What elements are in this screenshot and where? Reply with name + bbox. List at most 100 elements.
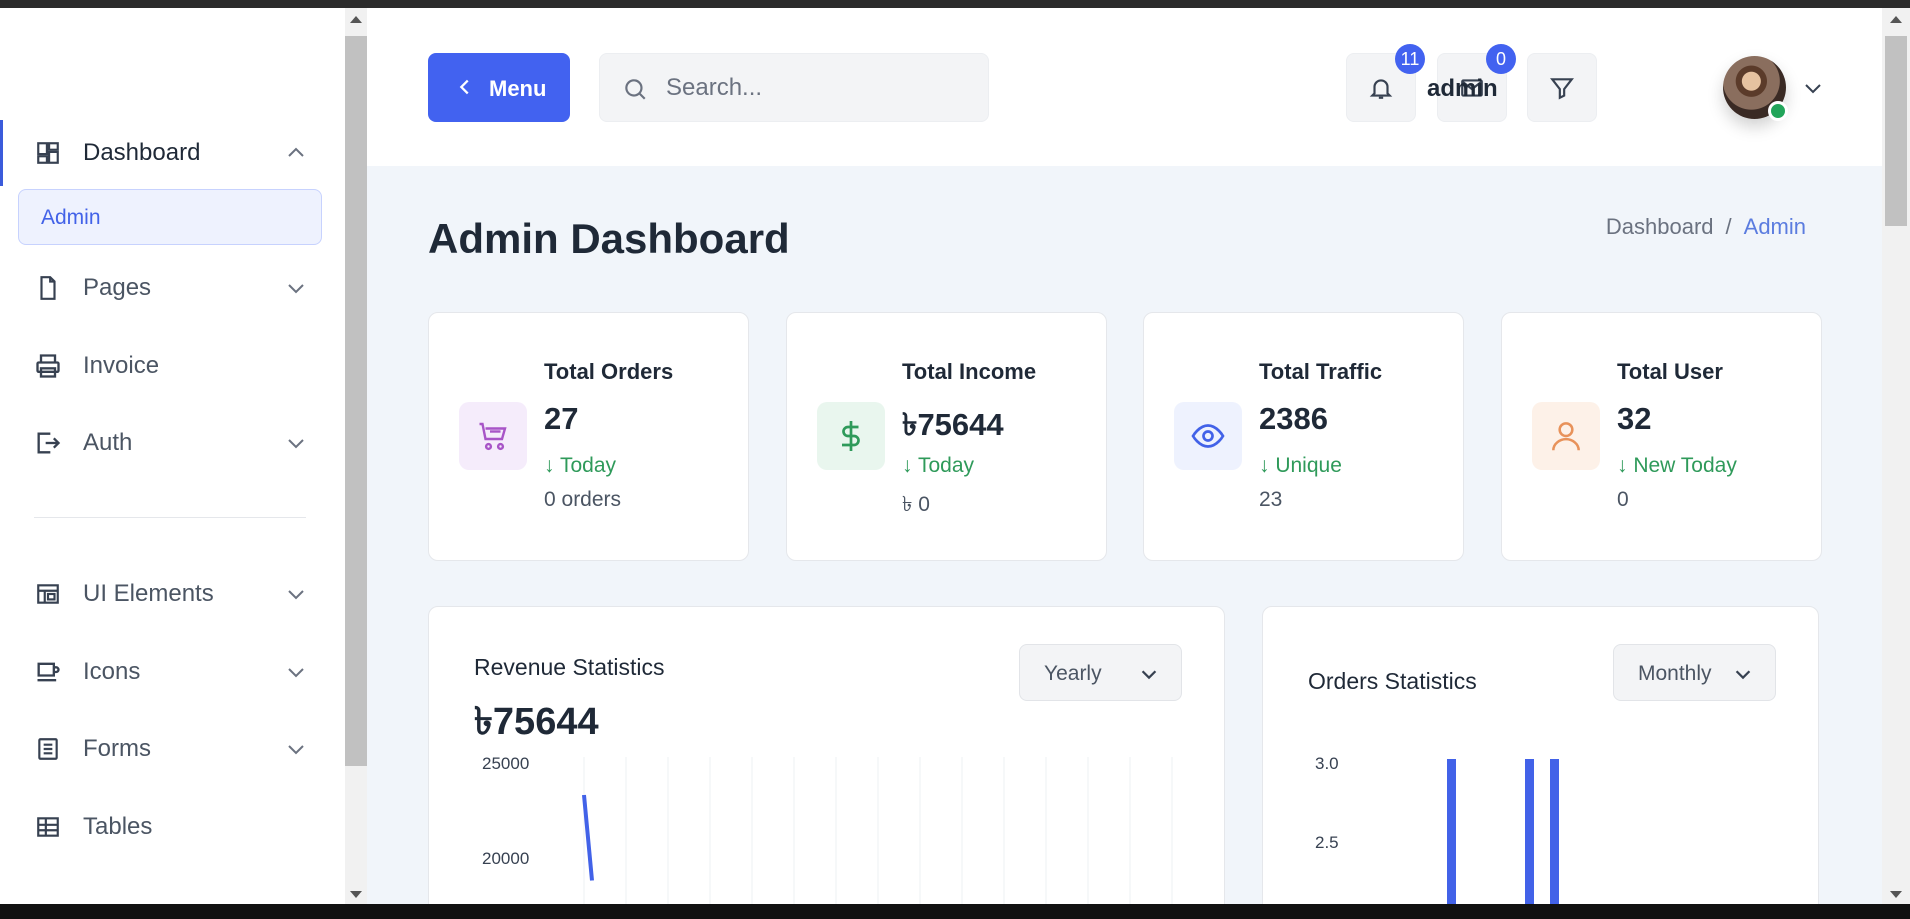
scrollbar-thumb[interactable]: [1885, 36, 1907, 226]
main-content: Menu 11 0 admin Admin Dashboard Dashboar…: [367, 8, 1882, 904]
menu-toggle-button[interactable]: Menu: [428, 53, 570, 122]
revenue-statistics-panel: Revenue Statistics ৳75644 Yearly 25000 2…: [428, 606, 1225, 904]
card-icon-box: [1174, 402, 1242, 470]
page-title: Admin Dashboard: [428, 215, 790, 262]
messages-badge: 0: [1486, 44, 1516, 74]
notifications-badge: 11: [1395, 44, 1425, 74]
orders-period-select[interactable]: Monthly: [1613, 644, 1776, 701]
user-icon: [1552, 422, 1580, 451]
y-axis-tick-label: 25000: [482, 754, 530, 773]
search-input[interactable]: [666, 68, 966, 108]
cup-icon: [34, 658, 62, 686]
sidebar-item-tables[interactable]: Tables: [0, 797, 345, 857]
y-axis-tick-label: 3.0: [1315, 754, 1339, 773]
orders-statistics-panel: Orders Statistics Monthly 3.0 2.5: [1262, 606, 1819, 904]
card-title: Total Orders: [544, 359, 674, 384]
sidebar: Dashboard Admin Pages Invoice Auth UI El…: [0, 8, 345, 904]
order-bar: [1447, 759, 1456, 904]
breadcrumb-separator: /: [1725, 214, 1732, 239]
scroll-up-arrow-icon[interactable]: [350, 16, 362, 23]
dollar-icon: [842, 421, 860, 451]
sidebar-subitem-label: Admin: [41, 206, 101, 229]
breadcrumb: Dashboard / Admin: [1606, 214, 1806, 240]
eye-icon: [1191, 424, 1225, 448]
form-icon: [34, 735, 62, 763]
sidebar-item-pages[interactable]: Pages: [0, 258, 345, 318]
card-value: 32: [1617, 401, 1652, 436]
card-icon-box: [1532, 402, 1600, 470]
card-title: Total Traffic: [1259, 359, 1383, 384]
card-icon-box: [459, 402, 527, 470]
chevron-down-icon: [1735, 670, 1751, 680]
scroll-up-arrow-icon[interactable]: [1890, 16, 1902, 23]
chevron-down-icon[interactable]: [1799, 76, 1827, 100]
sidebar-divider: [34, 517, 306, 518]
sidebar-scrollbar[interactable]: [345, 8, 367, 904]
notifications-button[interactable]: 11: [1346, 44, 1425, 122]
sidebar-item-label: Invoice: [83, 352, 160, 379]
sidebar-item-forms[interactable]: Forms: [0, 719, 345, 779]
sidebar-item-label: Auth: [83, 429, 133, 456]
scroll-down-arrow-icon[interactable]: [350, 891, 362, 898]
sidebar-item-label: UI Elements: [83, 580, 214, 607]
breadcrumb-home-link[interactable]: Dashboard: [1606, 214, 1714, 240]
card-icon-box: [817, 402, 885, 470]
revenue-period-select[interactable]: Yearly: [1019, 644, 1182, 701]
card-value: ৳75644: [902, 407, 1004, 442]
chevron-down-icon: [1141, 670, 1157, 680]
filter-icon: [1550, 77, 1574, 100]
revenue-total: ৳75644: [474, 701, 599, 743]
username-label[interactable]: admin: [1427, 75, 1498, 103]
cart-icon: [479, 422, 507, 451]
page-icon: [34, 274, 62, 302]
sidebar-item-label: Forms: [83, 735, 151, 762]
menu-button-label: Menu: [489, 76, 547, 101]
sidebar-subitem-admin[interactable]: Admin: [18, 189, 322, 245]
panel-title: Orders Statistics: [1308, 668, 1477, 694]
table-icon: [34, 813, 62, 841]
sidebar-item-label: Dashboard: [83, 139, 201, 166]
order-bar: [1550, 759, 1559, 904]
chevron-left-icon: [459, 79, 469, 95]
sidebar-item-label: Icons: [83, 658, 141, 685]
sidebar-item-dashboard[interactable]: Dashboard: [0, 123, 345, 183]
sidebar-item-auth[interactable]: Auth: [0, 413, 345, 473]
scroll-down-arrow-icon[interactable]: [1890, 891, 1902, 898]
printer-icon: [34, 352, 62, 380]
search-icon: [625, 79, 646, 100]
card-delta: ↓ Today: [544, 454, 616, 477]
sidebar-item-label: Pages: [83, 274, 152, 301]
layout-icon: [34, 580, 62, 608]
card-delta: ↓ Unique: [1259, 454, 1342, 477]
card-subtext: 0: [1617, 488, 1629, 511]
revenue-line-chart: [582, 757, 1173, 904]
filter-button[interactable]: [1527, 53, 1597, 122]
dashboard-icon: [34, 139, 62, 167]
stat-card-total-orders: Total Orders 27 ↓ Today 0 orders: [428, 312, 749, 561]
card-title: Total User: [1617, 359, 1723, 384]
main-scrollbar[interactable]: [1882, 8, 1910, 904]
window-bottom-strip: [0, 904, 1910, 919]
window-top-strip: [0, 0, 1910, 8]
search-box[interactable]: [599, 53, 989, 122]
orders-bar-chart: [1447, 759, 1559, 904]
sidebar-item-icons[interactable]: Icons: [0, 642, 345, 702]
avatar[interactable]: [1723, 56, 1788, 121]
login-icon: [34, 429, 62, 457]
stat-card-total-income: Total Income ৳75644 ↓ Today ৳ 0: [786, 312, 1107, 561]
sidebar-item-ui-elements[interactable]: UI Elements: [0, 564, 345, 624]
breadcrumb-current: Admin: [1743, 214, 1806, 239]
card-value: 2386: [1259, 401, 1328, 436]
card-delta: ↓ Today: [902, 454, 974, 477]
stat-card-total-user: Total User 32 ↓ New Today 0: [1501, 312, 1822, 561]
card-subtext: ৳ 0: [902, 493, 930, 516]
scrollbar-thumb[interactable]: [345, 36, 367, 766]
select-value: Yearly: [1044, 662, 1102, 685]
revenue-series-line: [582, 794, 594, 881]
chevron-down-icon: [288, 668, 304, 678]
bell-icon: [1369, 78, 1393, 99]
top-header: Menu 11 0 admin: [367, 8, 1882, 166]
card-subtext: 0 orders: [544, 488, 622, 511]
stat-card-total-traffic: Total Traffic 2386 ↓ Unique 23: [1143, 312, 1464, 561]
sidebar-item-invoice[interactable]: Invoice: [0, 336, 345, 396]
